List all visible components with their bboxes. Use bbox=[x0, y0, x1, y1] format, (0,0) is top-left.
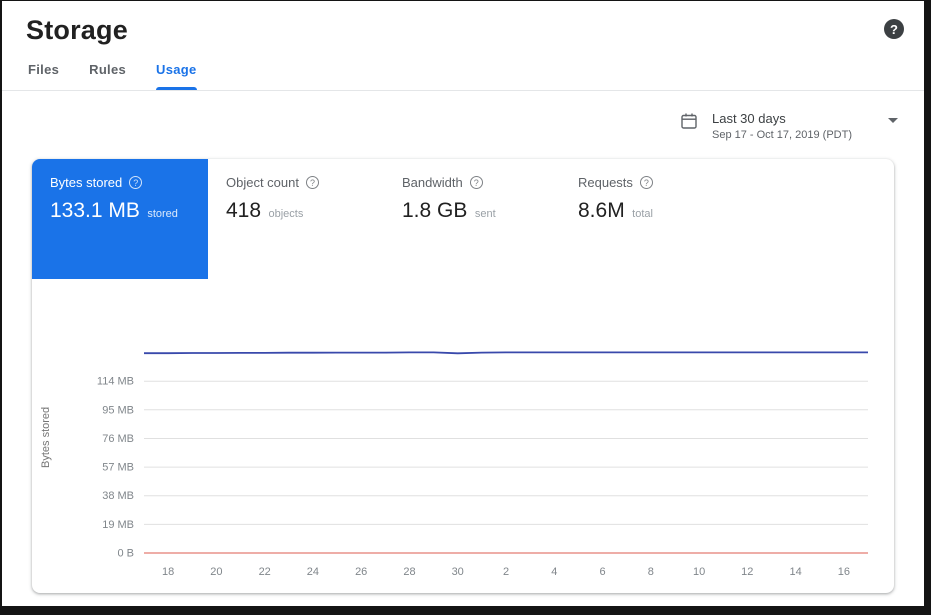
svg-text:28: 28 bbox=[403, 566, 415, 578]
svg-text:0 B: 0 B bbox=[117, 548, 134, 560]
window-frame: Storage ? Files Rules Usage Last 30 days… bbox=[0, 0, 931, 615]
svg-text:10: 10 bbox=[693, 566, 705, 578]
svg-text:22: 22 bbox=[259, 566, 271, 578]
metric-value-number: 1.8 GB bbox=[402, 199, 467, 222]
tab-usage[interactable]: Usage bbox=[156, 62, 197, 90]
date-range-dates: Sep 17 - Oct 17, 2019 (PDT) bbox=[712, 129, 852, 141]
svg-text:6: 6 bbox=[599, 566, 605, 578]
metric-bytes-stored[interactable]: Bytes stored ? 133.1 MB stored bbox=[32, 159, 208, 279]
date-range-row: Last 30 days Sep 17 - Oct 17, 2019 (PDT) bbox=[2, 91, 924, 141]
metric-label-text: Bytes stored bbox=[50, 175, 122, 190]
y-axis-label: Bytes stored bbox=[40, 337, 52, 537]
metric-label-text: Bandwidth bbox=[402, 175, 463, 190]
svg-text:19 MB: 19 MB bbox=[102, 519, 134, 531]
metric-value-unit: total bbox=[632, 208, 653, 220]
metric-label: Object count ? bbox=[226, 175, 368, 190]
svg-text:30: 30 bbox=[452, 566, 464, 578]
chevron-down-icon bbox=[888, 118, 898, 123]
svg-text:8: 8 bbox=[648, 566, 654, 578]
svg-text:12: 12 bbox=[741, 566, 753, 578]
calendar-icon bbox=[680, 112, 698, 130]
svg-text:26: 26 bbox=[355, 566, 367, 578]
metric-value: 418 objects bbox=[226, 199, 368, 223]
date-range-text: Last 30 days Sep 17 - Oct 17, 2019 (PDT) bbox=[712, 111, 852, 141]
help-circle-icon: ? bbox=[640, 176, 653, 189]
metric-value: 133.1 MB stored bbox=[50, 199, 192, 223]
help-circle-icon: ? bbox=[306, 176, 319, 189]
bytes-stored-chart: Bytes stored 0 B 19 MB 38 MB 57 MB 76 MB 95 M… bbox=[32, 319, 894, 585]
svg-text:16: 16 bbox=[838, 566, 850, 578]
line-chart: 0 B19 MB38 MB57 MB76 MB95 MB114 MB182022… bbox=[52, 319, 884, 585]
metric-value-number: 8.6M bbox=[578, 199, 625, 222]
metric-bandwidth[interactable]: Bandwidth ? 1.8 GB sent bbox=[384, 159, 560, 279]
svg-text:57 MB: 57 MB bbox=[102, 462, 134, 474]
metric-value-unit: stored bbox=[147, 208, 178, 220]
metric-value-number: 133.1 MB bbox=[50, 199, 140, 222]
storage-page: Storage ? Files Rules Usage Last 30 days… bbox=[2, 1, 924, 606]
svg-text:2: 2 bbox=[503, 566, 509, 578]
metric-value: 8.6M total bbox=[578, 199, 720, 223]
svg-text:14: 14 bbox=[789, 566, 801, 578]
svg-text:20: 20 bbox=[210, 566, 222, 578]
metrics-row: Bytes stored ? 133.1 MB stored Object co… bbox=[32, 159, 894, 279]
svg-text:18: 18 bbox=[162, 566, 174, 578]
metric-label-text: Object count bbox=[226, 175, 299, 190]
date-range-label: Last 30 days bbox=[712, 111, 852, 126]
svg-text:24: 24 bbox=[307, 566, 319, 578]
tab-files[interactable]: Files bbox=[28, 62, 59, 90]
usage-panel: Bytes stored ? 133.1 MB stored Object co… bbox=[32, 159, 894, 593]
metric-value-number: 418 bbox=[226, 199, 261, 222]
metric-label: Bytes stored ? bbox=[50, 175, 192, 190]
help-icon[interactable]: ? bbox=[884, 19, 904, 39]
svg-text:76 MB: 76 MB bbox=[102, 433, 134, 445]
svg-text:95 MB: 95 MB bbox=[102, 404, 134, 416]
metric-value-unit: sent bbox=[475, 208, 496, 220]
page-title: Storage bbox=[26, 15, 128, 46]
metric-label: Requests ? bbox=[578, 175, 720, 190]
metric-object-count[interactable]: Object count ? 418 objects bbox=[208, 159, 384, 279]
metric-label-text: Requests bbox=[578, 175, 633, 190]
metric-label: Bandwidth ? bbox=[402, 175, 544, 190]
page-header: Storage ? bbox=[2, 1, 924, 46]
svg-text:114 MB: 114 MB bbox=[97, 376, 134, 388]
date-range-selector[interactable]: Last 30 days Sep 17 - Oct 17, 2019 (PDT) bbox=[680, 111, 898, 141]
tab-bar: Files Rules Usage bbox=[2, 46, 924, 91]
help-circle-icon: ? bbox=[129, 176, 142, 189]
tab-rules[interactable]: Rules bbox=[89, 62, 126, 90]
help-circle-icon: ? bbox=[470, 176, 483, 189]
svg-text:38 MB: 38 MB bbox=[102, 490, 134, 502]
metric-value: 1.8 GB sent bbox=[402, 199, 544, 223]
metric-value-unit: objects bbox=[269, 208, 304, 220]
svg-text:4: 4 bbox=[551, 566, 557, 578]
metric-requests[interactable]: Requests ? 8.6M total bbox=[560, 159, 736, 279]
